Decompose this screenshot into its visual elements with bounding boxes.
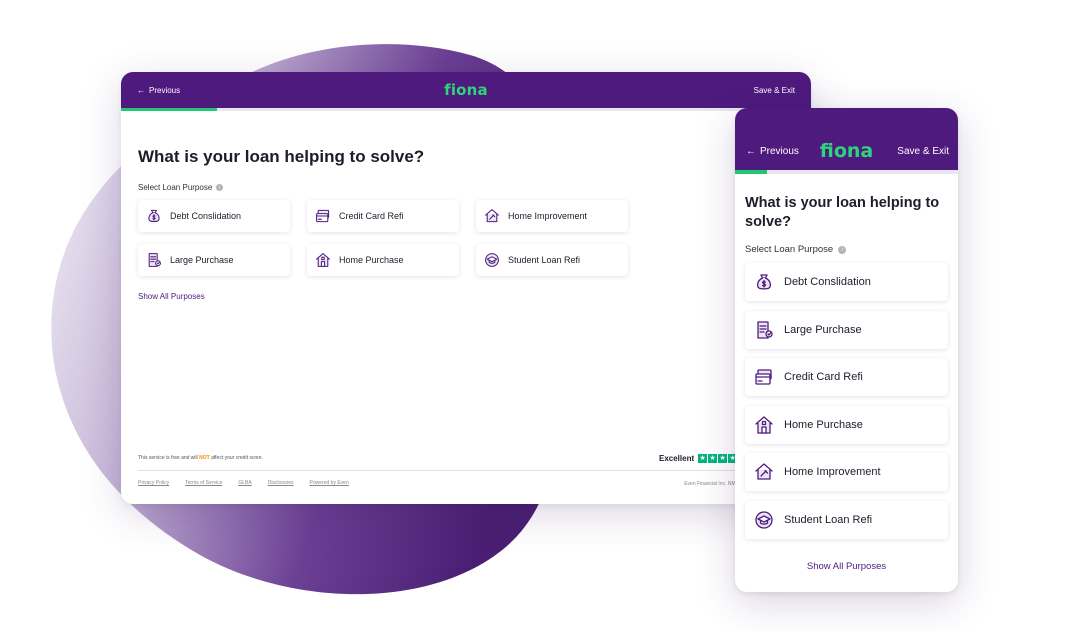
fiona-logo[interactable]: fiona [444, 81, 488, 99]
purpose-large-purchase[interactable]: Large Purchase [745, 310, 948, 349]
purpose-credit-card-refi[interactable]: Credit Card Refi [745, 358, 948, 396]
purpose-home-improvement[interactable]: Home Improvement [476, 200, 628, 232]
arrow-left-icon: ← [746, 146, 756, 157]
purpose-label: Credit Card Refi [339, 211, 404, 221]
glba-link[interactable]: GLBA [238, 480, 251, 486]
show-all-purposes-link[interactable]: Show All Purposes [745, 561, 948, 572]
purpose-home-purchase[interactable]: Home Purchase [745, 405, 948, 444]
purpose-label: Large Purchase [784, 323, 862, 336]
star-rating: ★ ★ ★ ★ [698, 454, 738, 463]
receipt-icon [757, 320, 773, 339]
terms-of-service-link[interactable]: Terms of Service [185, 480, 222, 486]
purpose-label: Student Loan Refi [784, 513, 873, 526]
arrow-left-icon: ← [137, 85, 145, 95]
mobile-header: ← Previous fiona Save & Exit [735, 108, 958, 170]
purpose-label: Debt Conslidation [170, 211, 242, 221]
purpose-student-loan-refi[interactable]: Student Loan Refi [476, 244, 628, 276]
fiona-logo[interactable]: fiona [820, 140, 873, 162]
note-text: This service is free and will [138, 455, 200, 461]
page-title: What is your loan helping to solve? [745, 195, 940, 230]
progress-bar [735, 170, 958, 174]
money-bag-icon [148, 209, 160, 223]
select-loan-purpose-label: Select Loan Purpose i [138, 183, 794, 192]
receipt-icon [148, 253, 161, 267]
star-icon: ★ [698, 454, 708, 463]
purpose-label: Student Loan Refi [508, 255, 581, 265]
select-label-text: Select Loan Purpose [138, 183, 213, 192]
purpose-credit-card-refi[interactable]: Credit Card Refi [307, 200, 459, 232]
powered-by-even-link[interactable]: Powered by Even [310, 480, 349, 486]
save-exit-button[interactable]: Save & Exit [754, 86, 795, 95]
purpose-label: Home Improvement [784, 466, 881, 478]
select-loan-purpose-label: Select Loan Purpose i [745, 244, 948, 255]
info-icon[interactable]: i [216, 184, 224, 191]
progress-fill [735, 170, 767, 174]
credit-score-note: This service is free and will NOT affect… [138, 455, 263, 461]
disclosures-link[interactable]: Disclosures [268, 480, 294, 486]
purpose-label: Credit Card Refi [784, 371, 863, 383]
desktop-header: ← Previous fiona Save & Exit [121, 72, 811, 108]
graduation-cap-icon [485, 253, 499, 267]
purpose-home-improvement[interactable]: Home Improvement [745, 453, 948, 491]
graduation-cap-icon [755, 510, 773, 529]
note-emphasis: NOT [199, 455, 210, 461]
purpose-large-purchase[interactable]: Large Purchase [138, 244, 290, 276]
credit-card-icon [755, 369, 772, 385]
footer-divider [138, 470, 794, 471]
save-exit-button[interactable]: Save & Exit [897, 146, 949, 157]
show-all-purposes-link[interactable]: Show All Purposes [138, 292, 205, 301]
previous-button[interactable]: ← Previous [137, 86, 180, 95]
star-icon: ★ [718, 454, 728, 463]
purpose-label: Home Purchase [339, 255, 404, 265]
credit-card-icon [316, 209, 330, 223]
house-icon [316, 253, 330, 267]
purpose-label: Large Purchase [170, 255, 234, 265]
desktop-window: ← Previous fiona Save & Exit What is you… [121, 72, 811, 504]
star-icon: ★ [708, 454, 718, 463]
note-text-end: affect your credit score. [209, 455, 263, 461]
info-icon[interactable]: i [838, 245, 847, 254]
privacy-policy-link[interactable]: Privacy Policy [138, 480, 169, 486]
footer-links: Privacy Policy Terms of Service GLBA Dis… [138, 480, 349, 486]
home-improvement-icon [485, 209, 499, 223]
purpose-debt-consolidation[interactable]: Debt Conslidation [745, 263, 948, 301]
select-label-text: Select Loan Purpose [745, 244, 834, 255]
previous-label: Previous [149, 85, 181, 95]
money-bag-icon [756, 274, 772, 290]
purpose-debt-consolidation[interactable]: Debt Conslidation [138, 200, 290, 232]
purpose-grid: Debt Conslidation Credit Card Refi Home … [138, 200, 794, 276]
progress-bar [121, 108, 811, 111]
progress-fill [121, 108, 217, 111]
trustpilot-rating[interactable]: Excellent ★ ★ ★ ★ [659, 454, 738, 463]
page-title: What is your loan helping to solve? [138, 147, 425, 166]
purpose-list: Debt Conslidation Large Purchase Credit … [745, 263, 948, 539]
purpose-label: Home Purchase [784, 418, 863, 431]
home-improvement-icon [755, 463, 773, 480]
purpose-home-purchase[interactable]: Home Purchase [307, 244, 459, 276]
purpose-student-loan-refi[interactable]: Student Loan Refi [745, 500, 948, 539]
purpose-label: Home Improvement [508, 211, 588, 221]
rating-label: Excellent [659, 454, 695, 463]
purpose-label: Debt Conslidation [784, 276, 871, 288]
mobile-window: ← Previous fiona Save & Exit What is you… [735, 108, 958, 592]
previous-button[interactable]: ← Previous [746, 146, 799, 157]
house-icon [755, 415, 773, 434]
previous-label: Previous [760, 146, 799, 157]
